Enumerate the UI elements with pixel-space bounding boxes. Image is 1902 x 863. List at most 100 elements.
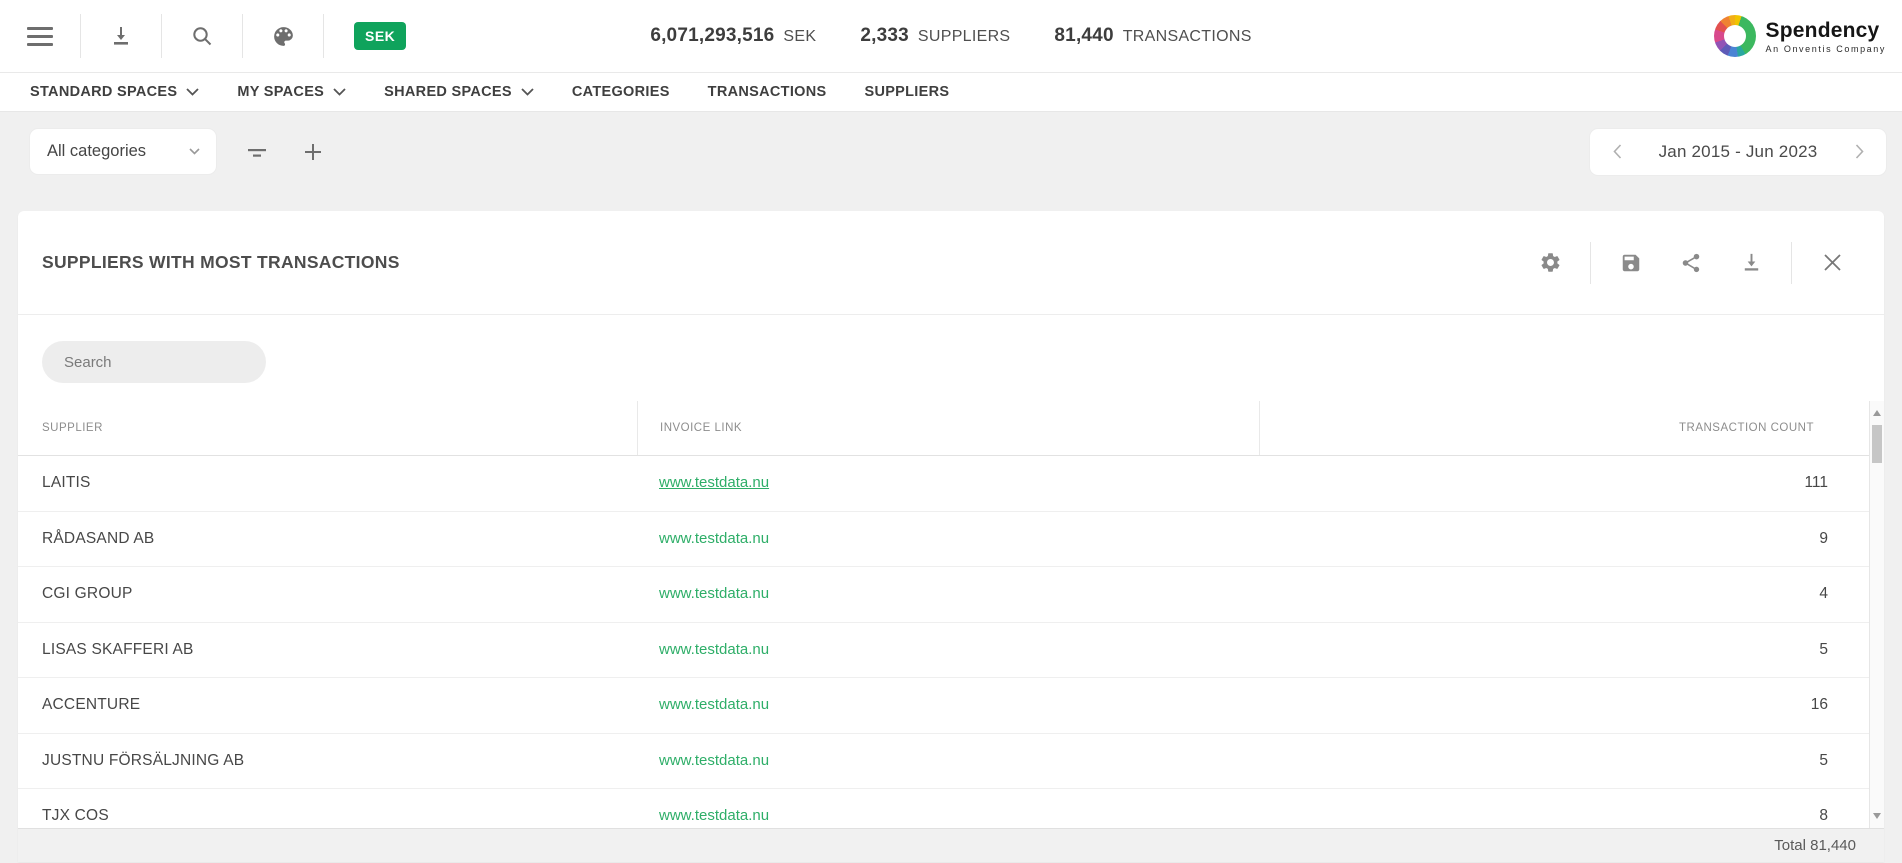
table-row[interactable]: JUSTNU FÖRSÄLJNING AB www.testdata.nu 5: [18, 734, 1884, 790]
table-row[interactable]: TJX COS www.testdata.nu 8: [18, 789, 1884, 828]
date-range-picker[interactable]: Jan 2015 - Jun 2023: [1590, 129, 1886, 175]
menu-button[interactable]: [0, 0, 80, 72]
widget-toolbar: [18, 315, 1884, 401]
stat-suppliers: 2,333 SUPPLIERS: [860, 25, 1010, 47]
plus-icon: [302, 141, 324, 163]
search-box[interactable]: [42, 341, 266, 383]
download-button[interactable]: [81, 0, 161, 72]
filter-tools: [242, 140, 328, 164]
nav-label: TRANSACTIONS: [708, 84, 827, 100]
scroll-down-arrow[interactable]: [1870, 808, 1884, 824]
date-prev-button[interactable]: [1606, 129, 1628, 175]
supplier-cell: JUSTNU FÖRSÄLJNING AB: [18, 752, 637, 770]
top-bar: SEK 6,071,293,516 SEK 2,333 SUPPLIERS 81…: [0, 0, 1902, 73]
download-icon: [109, 24, 133, 48]
stat-label: SEK: [783, 28, 816, 46]
widget-save-button[interactable]: [1605, 243, 1657, 283]
chevron-right-icon: [1855, 144, 1864, 159]
total-label: Total 81,440: [1774, 837, 1856, 854]
count-cell: 5: [1259, 752, 1884, 770]
filter-icon: [245, 140, 269, 164]
logo-tagline: An Onventis Company: [1766, 44, 1886, 54]
column-header-invoice-link[interactable]: INVOICE LINK: [637, 401, 1259, 455]
count-cell: 9: [1259, 530, 1884, 548]
count-cell: 111: [1259, 474, 1884, 492]
filter-bar: All categories Jan 2015 - Jun 2023: [0, 112, 1902, 191]
invoice-link[interactable]: www.testdata.nu: [659, 696, 769, 713]
table-scrollbar[interactable]: [1869, 401, 1884, 828]
nav-transactions[interactable]: TRANSACTIONS: [708, 84, 827, 100]
invoice-link[interactable]: www.testdata.nu: [659, 474, 769, 491]
widget-download-button[interactable]: [1725, 243, 1777, 283]
invoice-link-cell: www.testdata.nu: [637, 641, 1259, 659]
invoice-link-cell: www.testdata.nu: [637, 752, 1259, 770]
divider: [1791, 242, 1792, 284]
invoice-link[interactable]: www.testdata.nu: [659, 585, 769, 602]
stat-value: 2,333: [860, 25, 909, 47]
scroll-up-arrow[interactable]: [1870, 405, 1884, 421]
invoice-link-cell: www.testdata.nu: [637, 807, 1259, 825]
logo-name: Spendency: [1766, 19, 1886, 43]
invoice-link[interactable]: www.testdata.nu: [659, 807, 769, 824]
invoice-link[interactable]: www.testdata.nu: [659, 641, 769, 658]
nav-shared-spaces[interactable]: SHARED SPACES: [384, 84, 534, 100]
invoice-link[interactable]: www.testdata.nu: [659, 752, 769, 769]
chevron-down-icon: [189, 148, 200, 155]
gear-icon: [1539, 251, 1562, 274]
stat-total-spend: 6,071,293,516 SEK: [650, 25, 816, 47]
widget-settings-button[interactable]: [1524, 243, 1576, 283]
date-next-button[interactable]: [1848, 129, 1870, 175]
nav-label: STANDARD SPACES: [30, 84, 177, 100]
logo-text: Spendency An Onventis Company: [1766, 19, 1886, 54]
hamburger-icon: [27, 27, 53, 46]
table-row[interactable]: CGI GROUP www.testdata.nu 4: [18, 567, 1884, 623]
supplier-cell: TJX COS: [18, 807, 637, 825]
table-row[interactable]: LISAS SKAFFERI AB www.testdata.nu 5: [18, 623, 1884, 679]
scrollbar-thumb[interactable]: [1872, 425, 1882, 463]
table-row[interactable]: ACCENTURE www.testdata.nu 16: [18, 678, 1884, 734]
supplier-cell: ACCENTURE: [18, 696, 637, 714]
stat-value: 6,071,293,516: [650, 25, 774, 47]
supplier-cell: RÅDASAND AB: [18, 530, 637, 548]
supplier-cell: LISAS SKAFFERI AB: [18, 641, 637, 659]
search-button[interactable]: [162, 0, 242, 72]
nav-suppliers[interactable]: SUPPLIERS: [864, 84, 949, 100]
invoice-link-cell: www.testdata.nu: [637, 585, 1259, 603]
nav-standard-spaces[interactable]: STANDARD SPACES: [30, 84, 199, 100]
table-row[interactable]: LAITIS www.testdata.nu 111: [18, 456, 1884, 512]
table-header-row: SUPPLIER INVOICE LINK TRANSACTION COUNT: [18, 401, 1884, 456]
stat-label: SUPPLIERS: [918, 28, 1011, 46]
invoice-link-cell: www.testdata.nu: [637, 530, 1259, 548]
supplier-cell: CGI GROUP: [18, 585, 637, 603]
column-header-supplier[interactable]: SUPPLIER: [18, 401, 637, 455]
theme-button[interactable]: [243, 0, 323, 72]
main-nav: STANDARD SPACES MY SPACES SHARED SPACES …: [0, 73, 1902, 112]
table-footer: Total 81,440: [18, 828, 1884, 862]
count-cell: 16: [1259, 696, 1884, 714]
nav-my-spaces[interactable]: MY SPACES: [237, 84, 346, 100]
stat-transactions: 81,440 TRANSACTIONS: [1054, 25, 1251, 47]
nav-label: MY SPACES: [237, 84, 324, 100]
stat-label: TRANSACTIONS: [1123, 28, 1252, 46]
top-bar-left: SEK: [0, 0, 428, 72]
count-cell: 4: [1259, 585, 1884, 603]
close-icon: [1822, 252, 1843, 273]
table-row[interactable]: RÅDASAND AB www.testdata.nu 9: [18, 512, 1884, 568]
category-select[interactable]: All categories: [30, 129, 216, 174]
widget-share-button[interactable]: [1665, 243, 1717, 283]
divider: [1590, 242, 1591, 284]
palette-icon: [271, 24, 296, 49]
invoice-link[interactable]: www.testdata.nu: [659, 530, 769, 547]
count-cell: 5: [1259, 641, 1884, 659]
search-input[interactable]: [64, 354, 263, 371]
chevron-left-icon: [1613, 144, 1622, 159]
widget-close-button[interactable]: [1806, 243, 1858, 283]
invoice-link-cell: www.testdata.nu: [637, 696, 1259, 714]
currency-badge[interactable]: SEK: [354, 22, 406, 50]
column-header-transaction-count[interactable]: TRANSACTION COUNT: [1259, 401, 1884, 455]
add-widget-button[interactable]: [298, 141, 328, 163]
widget-actions: [1524, 242, 1858, 284]
nav-categories[interactable]: CATEGORIES: [572, 84, 670, 100]
widget-header: SUPPLIERS WITH MOST TRANSACTIONS: [18, 211, 1884, 315]
filter-button[interactable]: [242, 140, 272, 164]
